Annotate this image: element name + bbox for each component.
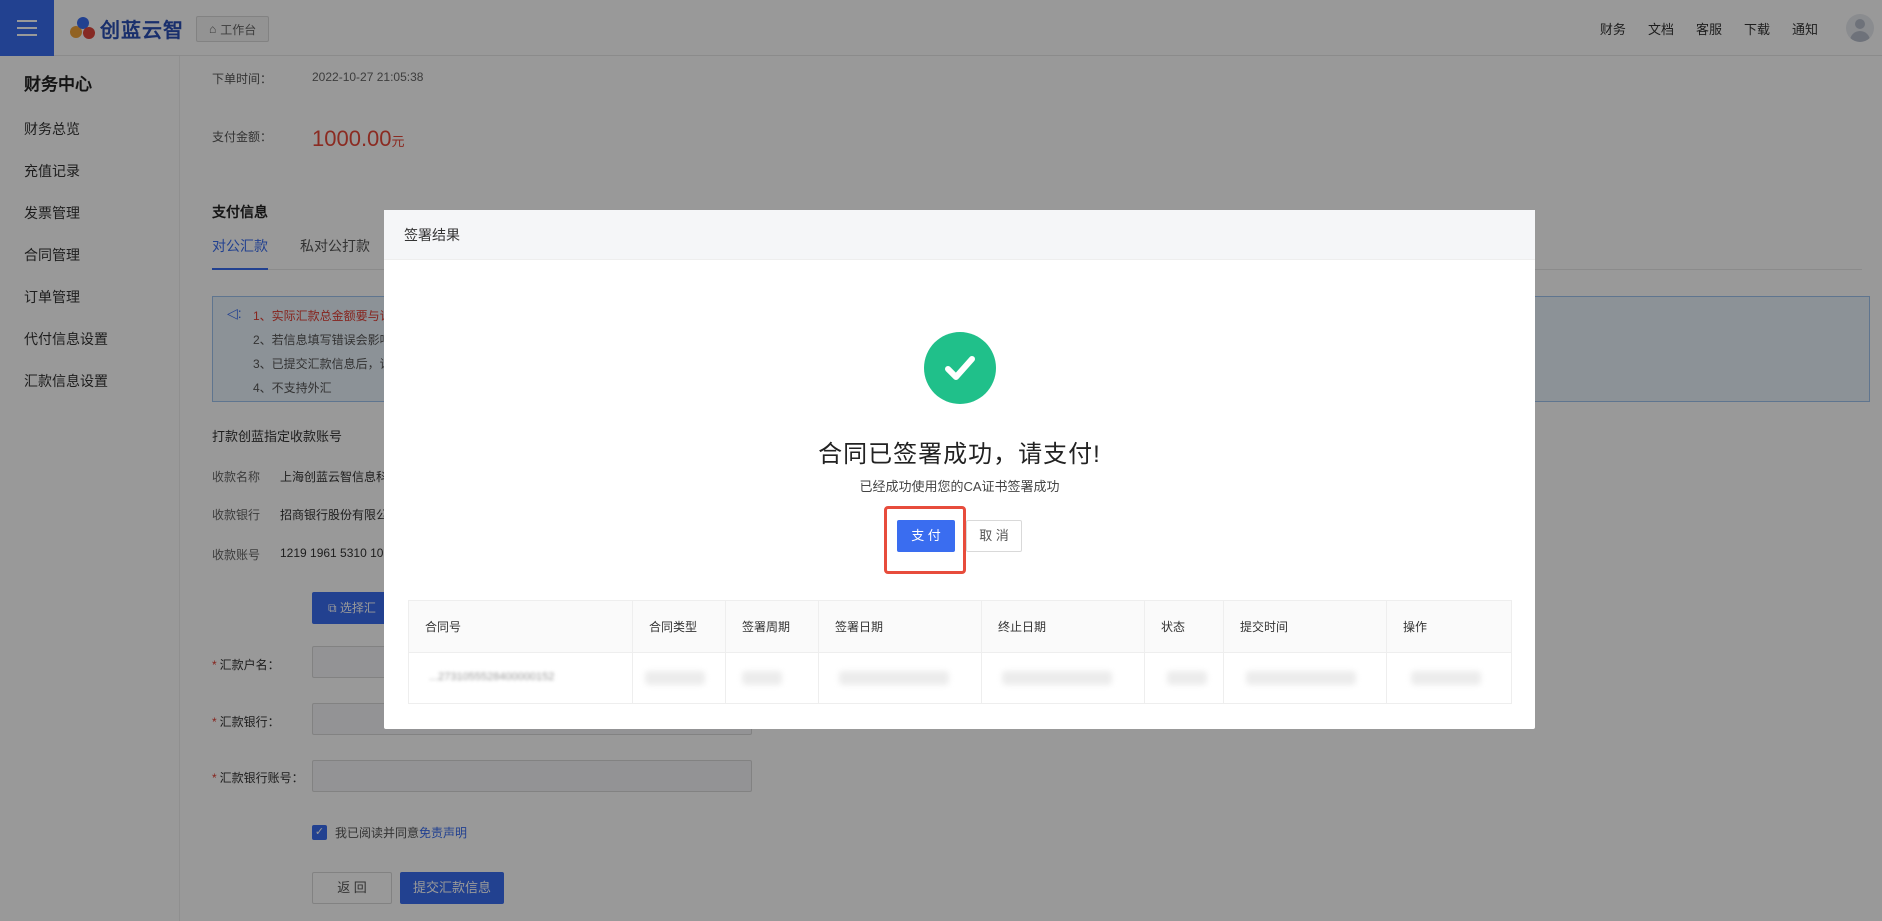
cell-end-date <box>982 653 1145 703</box>
col-submit-time: 提交时间 <box>1224 601 1387 653</box>
table-header: 合同号 合同类型 签署周期 签署日期 终止日期 状态 提交时间 操作 <box>409 601 1511 653</box>
cell-contract-no: ...2731055528400000152 <box>409 653 633 703</box>
col-sign-date: 签署日期 <box>819 601 982 653</box>
success-message: 合同已签署成功，请支付! <box>818 441 1101 468</box>
dialog-title: 签署结果 <box>384 210 1535 260</box>
pay-button[interactable]: 支 付 <box>897 520 955 552</box>
sign-result-dialog: 签署结果 合同已签署成功，请支付! 已经成功使用您的CA证书签署成功 支 付 取… <box>384 210 1535 729</box>
col-actions: 操作 <box>1403 620 1428 634</box>
cell-actions[interactable] <box>1387 653 1511 703</box>
col-end-date: 终止日期 <box>982 601 1145 653</box>
cell-sign-period <box>726 653 819 703</box>
table-row: ...2731055528400000152 <box>409 653 1511 703</box>
cell-status <box>1145 653 1224 703</box>
success-sub-message: 已经成功使用您的CA证书签署成功 <box>859 479 1060 494</box>
col-contract-no: 合同号 <box>409 601 633 653</box>
col-sign-period: 签署周期 <box>726 601 819 653</box>
cancel-button[interactable]: 取 消 <box>966 520 1022 552</box>
col-status: 状态 <box>1145 601 1224 653</box>
cell-sign-date <box>819 653 982 703</box>
cell-contract-type <box>633 653 726 703</box>
success-check-icon <box>924 332 996 404</box>
contract-table: 合同号 合同类型 签署周期 签署日期 终止日期 状态 提交时间 操作 ...27… <box>408 600 1512 704</box>
cell-submit-time <box>1224 653 1387 703</box>
col-contract-type: 合同类型 <box>633 601 726 653</box>
